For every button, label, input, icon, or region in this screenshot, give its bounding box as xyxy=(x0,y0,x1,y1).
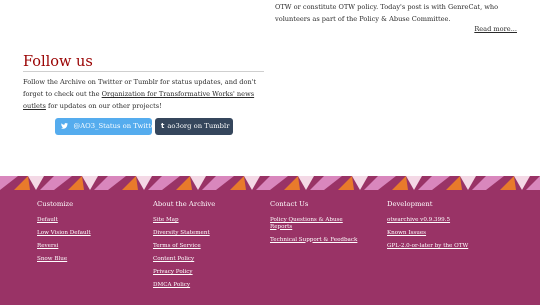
footer-link[interactable]: Default xyxy=(37,217,127,224)
footer-link[interactable]: Content Policy xyxy=(153,256,248,263)
pattern-triangle xyxy=(216,176,234,190)
pattern-triangle xyxy=(406,176,422,190)
pattern-triangle xyxy=(230,176,246,190)
footer-link[interactable]: Reversi xyxy=(37,243,127,250)
pattern-triangle xyxy=(284,176,300,190)
pattern-triangle xyxy=(28,176,44,190)
pattern-triangle xyxy=(446,176,462,190)
footer-link[interactable]: DMCA Policy xyxy=(153,282,248,289)
pattern-triangle xyxy=(270,176,288,190)
section-divider xyxy=(23,71,264,72)
footer-link[interactable]: Known Issues xyxy=(387,230,507,237)
footer-column-customize: Customize Default Low Vision Default Rev… xyxy=(37,200,127,269)
footer-column-contact: Contact Us Policy Questions & Abuse Repo… xyxy=(270,200,365,250)
twitter-button[interactable]: @AO3_Status on Twitter xyxy=(55,118,158,135)
footer-link[interactable]: Site Map xyxy=(153,217,248,224)
twitter-button-label: @AO3_Status on Twitter xyxy=(73,122,159,130)
pattern-triangle xyxy=(460,176,476,190)
pattern-triangle xyxy=(500,176,516,190)
follow-us-heading: Follow us xyxy=(23,54,93,70)
pattern-triangle xyxy=(338,176,354,190)
footer-link[interactable]: Terms of Service xyxy=(153,243,248,250)
footer-heading: Development xyxy=(387,200,433,208)
pattern-triangle xyxy=(378,176,396,190)
pattern-triangle xyxy=(82,176,98,190)
pattern-triangle xyxy=(298,176,314,190)
pattern-triangle xyxy=(324,176,342,190)
footer-column-about: About the Archive Site Map Diversity Sta… xyxy=(153,200,248,295)
pattern-triangle xyxy=(486,176,504,190)
news-excerpt: OTW or constitute OTW policy. Today's po… xyxy=(275,3,499,23)
footer-heading: Contact Us xyxy=(270,200,309,208)
footer-heading: Customize xyxy=(37,200,74,208)
pattern-triangle xyxy=(108,176,126,190)
follow-text-after: for updates on our other projects! xyxy=(45,102,162,110)
footer-link[interactable]: Privacy Policy xyxy=(153,269,248,276)
footer-decorative-pattern xyxy=(0,176,540,190)
pattern-triangle xyxy=(176,176,192,190)
pattern-triangle xyxy=(432,176,450,190)
follow-description: Follow the Archive on Twitter or Tumblr … xyxy=(23,76,268,112)
pattern-triangle xyxy=(14,176,30,190)
footer-link[interactable]: Low Vision Default xyxy=(37,230,127,237)
pattern-triangle xyxy=(54,176,72,190)
pattern-triangle xyxy=(68,176,84,190)
pattern-triangle xyxy=(162,176,180,190)
footer-link[interactable]: Snow Blue xyxy=(37,256,127,263)
pattern-triangle xyxy=(352,176,368,190)
site-footer: Customize Default Low Vision Default Rev… xyxy=(0,176,540,305)
pattern-triangle xyxy=(136,176,152,190)
footer-column-development: Development otwarchive v0.9.399.5 Known … xyxy=(387,200,507,256)
footer-link[interactable]: Technical Support & Feedback xyxy=(270,237,365,244)
footer-link[interactable]: otwarchive v0.9.399.5 xyxy=(387,217,507,224)
twitter-bird-icon xyxy=(61,122,70,130)
tumblr-button-label: ao3org on Tumblr xyxy=(167,122,230,130)
footer-link[interactable]: Diversity Statement xyxy=(153,230,248,237)
footer-link[interactable]: Policy Questions & Abuse Reports xyxy=(270,217,350,230)
pattern-triangle xyxy=(392,176,408,190)
tumblr-t-icon: t xyxy=(161,122,165,130)
read-more-link[interactable]: Read more... xyxy=(474,25,517,33)
tumblr-button[interactable]: t ao3org on Tumblr xyxy=(155,118,233,135)
pattern-triangle xyxy=(122,176,138,190)
footer-link[interactable]: GPL-2.0-or-later by the OTW xyxy=(387,243,507,250)
footer-heading: About the Archive xyxy=(153,200,216,208)
pattern-triangle xyxy=(514,176,530,190)
pattern-triangle xyxy=(0,176,18,190)
pattern-triangle xyxy=(190,176,206,190)
pattern-triangle xyxy=(244,176,260,190)
